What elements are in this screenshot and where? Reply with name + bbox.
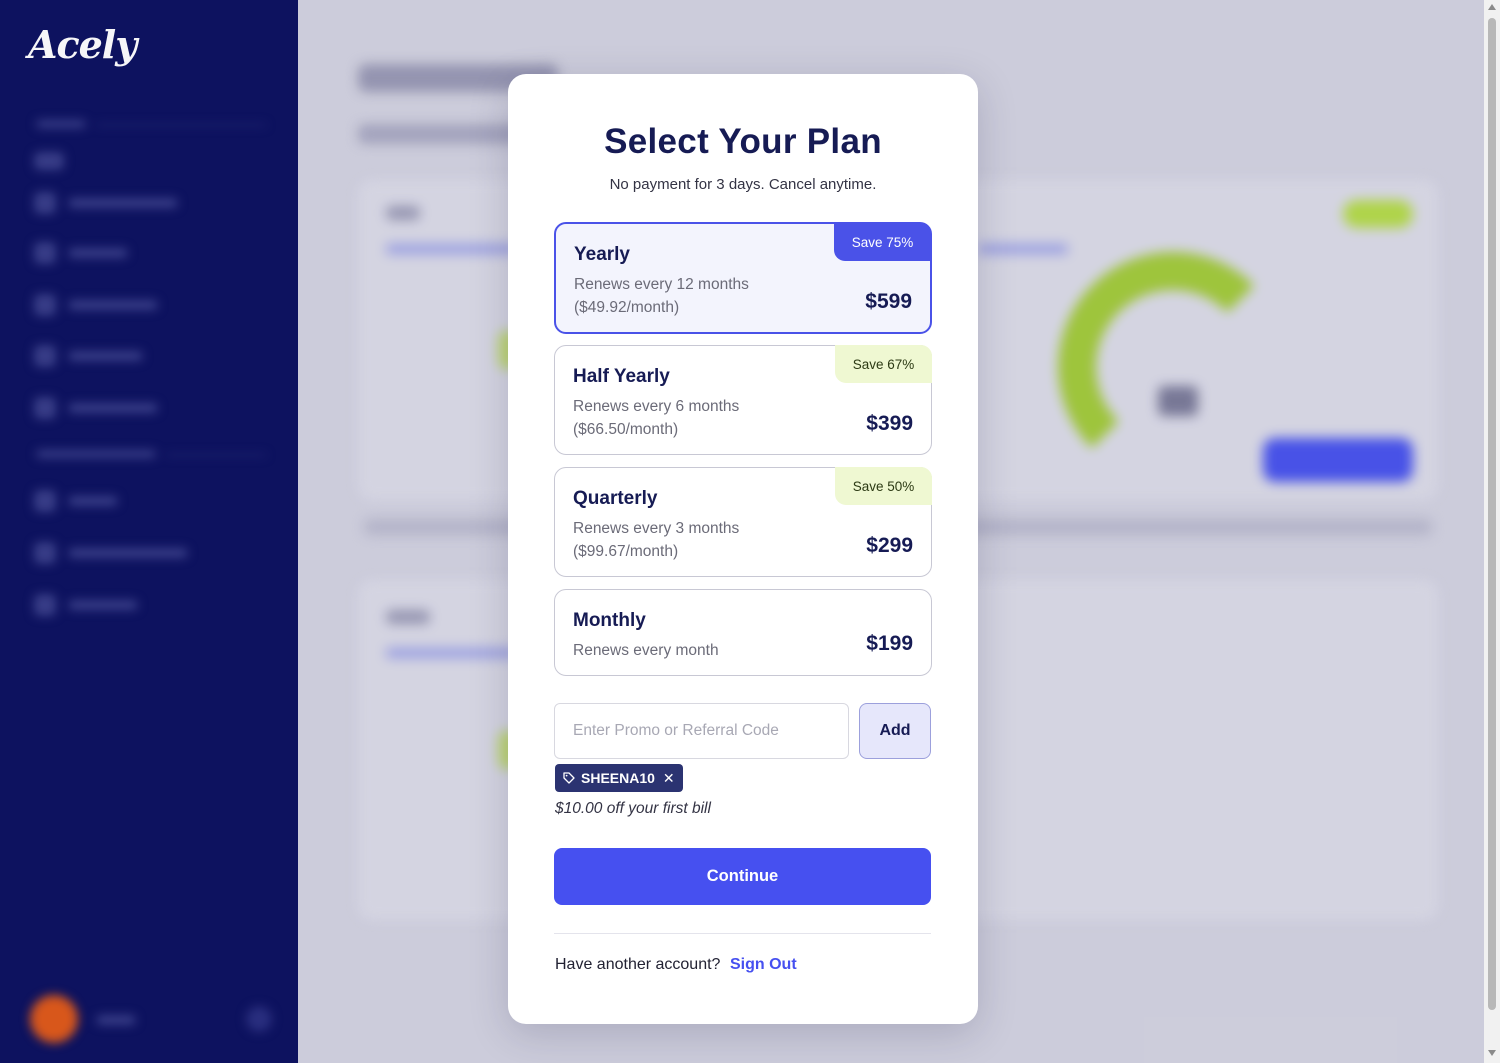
- plan-renewal: Renews every month: [573, 642, 719, 659]
- promo-discount-text: $10.00 off your first bill: [555, 800, 711, 817]
- plan-monthly-equivalent: ($99.67/month): [573, 543, 679, 560]
- modal-title: Select Your Plan: [604, 122, 882, 161]
- plan-option-half-yearly[interactable]: Save 67% Half Yearly Renews every 6 mont…: [554, 345, 932, 455]
- plan-price: $599: [865, 290, 912, 313]
- plan-name: Half Yearly: [573, 366, 670, 387]
- scroll-down-icon[interactable]: [1488, 1050, 1496, 1056]
- plan-name: Quarterly: [573, 488, 658, 509]
- plan-renewal: Renews every 3 months: [573, 520, 740, 537]
- save-badge: Save 67%: [835, 345, 932, 383]
- plan-renewal: Renews every 6 months: [573, 398, 740, 415]
- plan-option-monthly[interactable]: Monthly Renews every month $199: [554, 589, 932, 676]
- plan-name: Monthly: [573, 610, 646, 631]
- scroll-up-icon[interactable]: [1488, 4, 1496, 10]
- save-badge: Save 50%: [835, 467, 932, 505]
- applied-promo-tag: SHEENA10 ✕: [555, 764, 683, 792]
- plan-option-quarterly[interactable]: Save 50% Quarterly Renews every 3 months…: [554, 467, 932, 577]
- modal-subtitle: No payment for 3 days. Cancel anytime.: [609, 176, 877, 193]
- plan-monthly-equivalent: ($49.92/month): [574, 299, 680, 316]
- divider: [554, 933, 931, 934]
- promo-code-label: SHEENA10: [581, 770, 655, 786]
- account-prompt: Have another account?: [555, 956, 721, 973]
- scroll-thumb[interactable]: [1488, 18, 1496, 1010]
- plan-option-yearly[interactable]: Save 75% Yearly Renews every 12 months (…: [554, 222, 932, 334]
- plan-name: Yearly: [574, 244, 630, 265]
- plan-price: $299: [866, 534, 913, 557]
- save-badge: Save 75%: [834, 223, 931, 261]
- add-promo-button[interactable]: Add: [859, 703, 931, 759]
- page-scrollbar[interactable]: [1484, 0, 1500, 1063]
- sign-out-link[interactable]: Sign Out: [730, 956, 797, 974]
- close-icon[interactable]: ✕: [663, 770, 675, 787]
- plan-price: $399: [866, 412, 913, 435]
- plan-monthly-equivalent: ($66.50/month): [573, 421, 679, 438]
- tag-icon: [563, 772, 575, 784]
- plan-renewal: Renews every 12 months: [574, 276, 749, 293]
- plan-price: $199: [866, 632, 913, 655]
- promo-code-input[interactable]: [554, 703, 849, 759]
- select-plan-modal: Select Your Plan No payment for 3 days. …: [508, 74, 978, 1024]
- continue-button[interactable]: Continue: [554, 848, 931, 905]
